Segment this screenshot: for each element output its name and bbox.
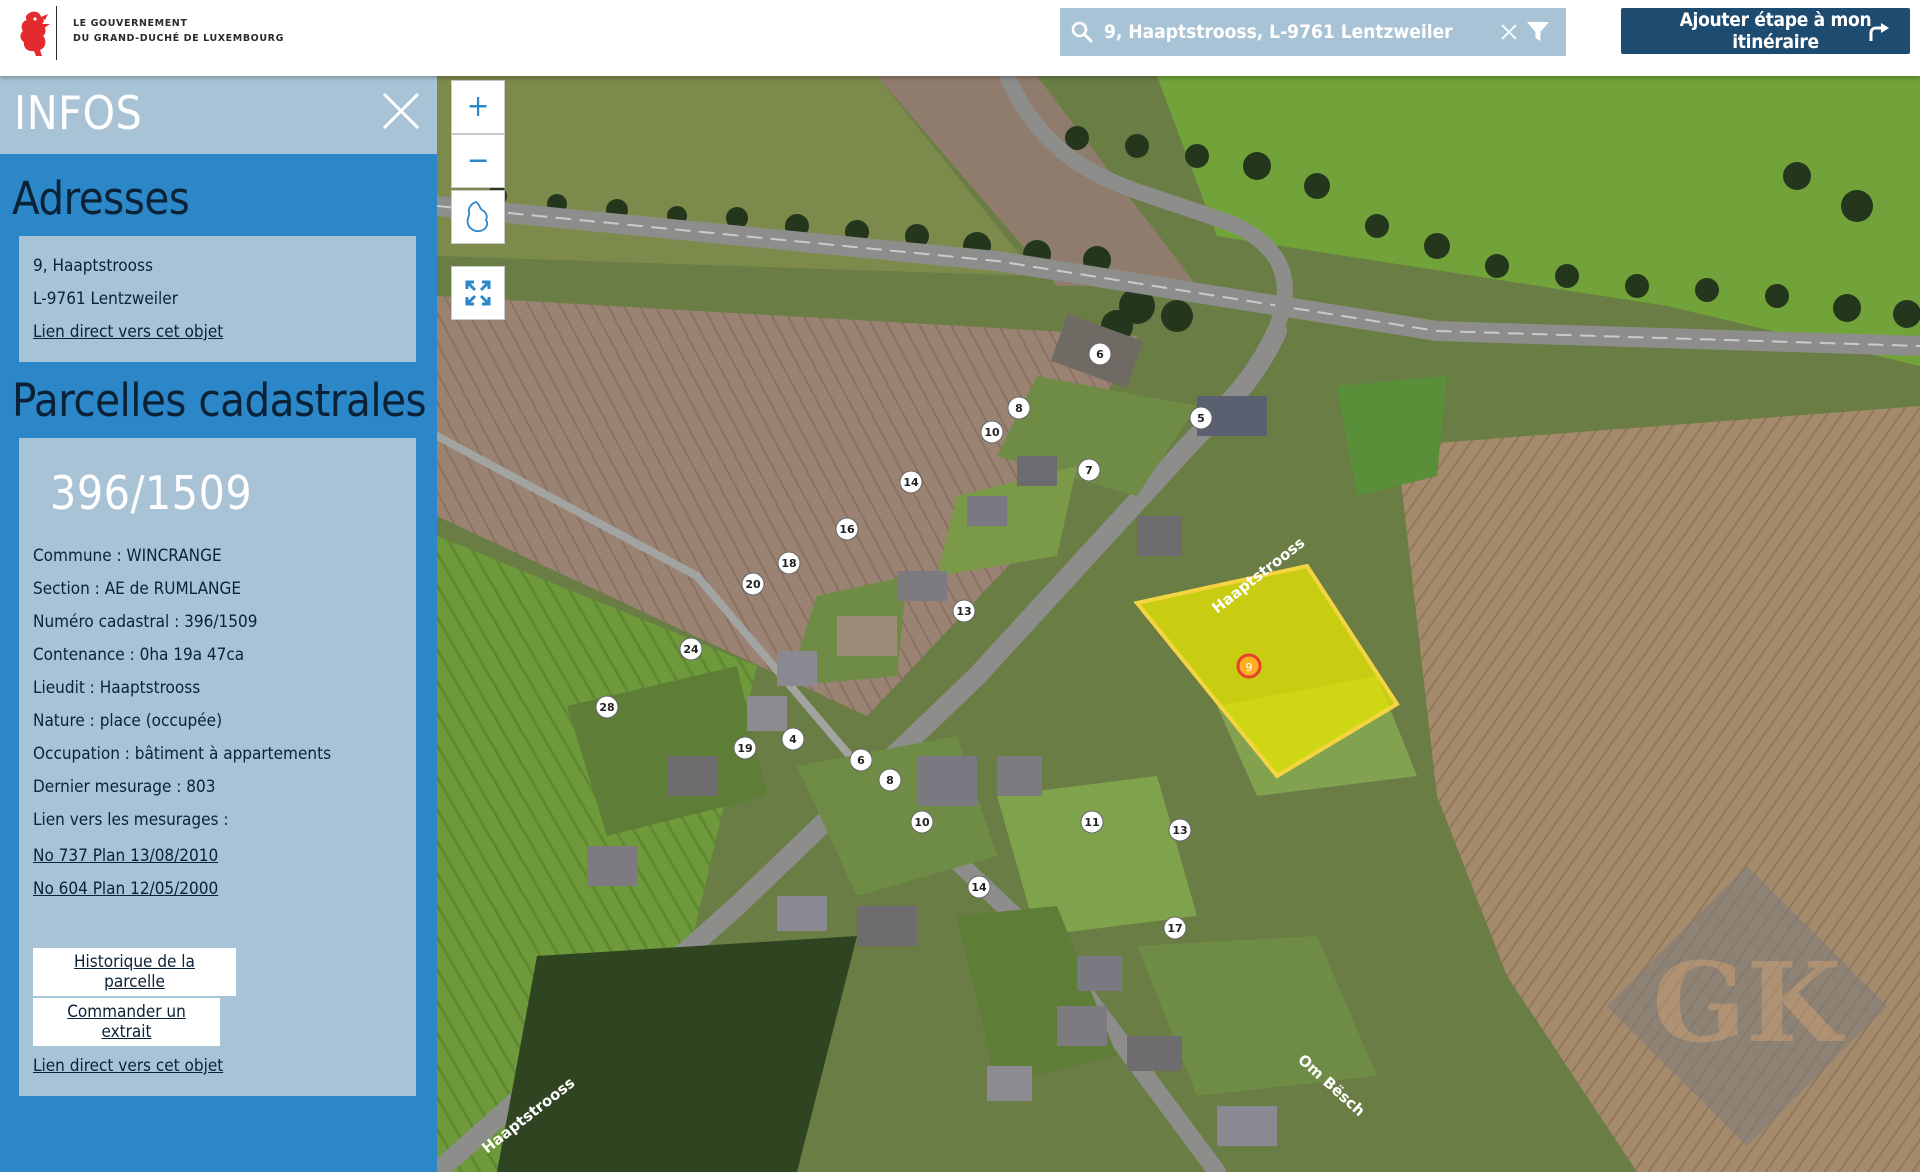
- house-number-badge: 6: [849, 748, 873, 772]
- infos-header-bar: INFOS: [0, 76, 437, 154]
- parcel-lieudit: Lieudit : Haaptstrooss: [33, 678, 201, 698]
- turn-right-arrow-icon: [1869, 23, 1889, 41]
- parcel-section: Section : AE de RUMLANGE: [33, 579, 241, 599]
- house-number-badge-label: 10: [984, 426, 1000, 439]
- watermark-text: GK: [1652, 938, 1845, 1067]
- house-number-badge-label: 13: [1172, 824, 1187, 837]
- house-number-badge-label: 24: [683, 643, 699, 656]
- house-number-badge-label: 28: [599, 701, 614, 714]
- parcel-card: 396/1509 Commune : WINCRANGE Section : A…: [19, 438, 416, 1096]
- house-number-badge: 6: [1088, 342, 1112, 366]
- search-input[interactable]: [1104, 8, 1484, 56]
- house-number-badge: 4: [781, 727, 805, 751]
- fullscreen-button[interactable]: [451, 266, 505, 320]
- top-header: LE GOUVERNEMENT DU GRAND-DUCHÉ DE LUXEMB…: [0, 0, 1920, 76]
- mesurage-link-604[interactable]: No 604 Plan 12/05/2000: [33, 873, 218, 906]
- aerial-map[interactable]: 9 Haaptstrooss Haaptstrooss Om Bësch 681…: [437, 76, 1920, 1172]
- zoom-to-country-button[interactable]: [451, 190, 505, 244]
- parcel-direct-link[interactable]: Lien direct vers cet objet: [33, 1050, 223, 1083]
- house-number-badge-label: 4: [789, 733, 797, 746]
- house-number-badge-label: 8: [1015, 402, 1023, 415]
- parcel-history-button[interactable]: Historique de la parcelle: [33, 948, 236, 996]
- house-number-badge-label: 10: [914, 816, 930, 829]
- parcelles-heading: Parcelles cadastrales: [12, 374, 427, 427]
- address-direct-link[interactable]: Lien direct vers cet objet: [33, 316, 402, 349]
- house-number-badge-label: 14: [903, 476, 919, 489]
- zoom-out-button[interactable]: −: [451, 134, 505, 188]
- house-number-badge-label: 20: [745, 578, 761, 591]
- zoom-in-label: +: [466, 89, 490, 124]
- house-number-badge-label: 6: [1096, 348, 1104, 361]
- address-street: 9, Haaptstrooss: [33, 256, 153, 276]
- house-number-badge-label: 13: [956, 605, 971, 618]
- mesurage-link-737[interactable]: No 737 Plan 13/08/2010: [33, 840, 218, 873]
- search-box: [1060, 8, 1566, 56]
- government-title[interactable]: LE GOUVERNEMENT DU GRAND-DUCHÉ DE LUXEMB…: [73, 16, 284, 46]
- house-number-badge: 14: [967, 875, 991, 899]
- house-number-badge: 17: [1163, 916, 1187, 940]
- house-number-badge: 20: [741, 572, 765, 596]
- close-icon[interactable]: [380, 90, 422, 132]
- parcel-contenance: Contenance : 0ha 19a 47ca: [33, 645, 245, 665]
- house-number-badge-label: 11: [1084, 816, 1099, 829]
- parcel-details: Commune : WINCRANGE Section : AE de RUML…: [33, 540, 331, 837]
- house-number-badge: 10: [910, 810, 934, 834]
- order-extract-button[interactable]: Commander un extrait: [33, 998, 220, 1046]
- aerial-map-canvas[interactable]: 9 Haaptstrooss Haaptstrooss Om Bësch 681…: [437, 76, 1920, 1172]
- house-number-badge-label: 8: [886, 774, 894, 787]
- address-card: 9, Haaptstrooss L-9761 Lentzweiler Lien …: [19, 236, 416, 362]
- selected-parcel-marker-label: 9: [1246, 661, 1253, 674]
- house-number-badge: 24: [679, 637, 703, 661]
- house-number-badge-label: 6: [857, 754, 865, 767]
- adresses-heading: Adresses: [12, 172, 190, 225]
- parcel-number: 396/1509: [50, 466, 253, 520]
- filter-icon[interactable]: [1526, 21, 1550, 43]
- house-number-badge-label: 19: [737, 742, 752, 755]
- address-locality: L-9761 Lentzweiler: [33, 289, 178, 309]
- house-number-badge-label: 16: [839, 523, 855, 536]
- house-number-badge-label: 18: [781, 557, 796, 570]
- government-title-line2: DU GRAND-DUCHÉ DE LUXEMBOURG: [73, 33, 284, 44]
- parcel-numero: Numéro cadastral : 396/1509: [33, 612, 258, 632]
- info-sidebar: INFOS Adresses 9, Haaptstrooss L-9761 Le…: [0, 76, 437, 1172]
- zoom-in-button[interactable]: +: [451, 80, 505, 134]
- search-icon[interactable]: [1070, 20, 1094, 44]
- house-number-badge-label: 14: [971, 881, 987, 894]
- mesurage-links: No 737 Plan 13/08/2010 No 604 Plan 12/05…: [33, 840, 218, 906]
- house-number-badge: 10: [980, 420, 1004, 444]
- parcel-mesurages-label: Lien vers les mesurages :: [33, 810, 229, 830]
- house-number-badge: 28: [595, 695, 619, 719]
- house-number-badge: 7: [1077, 458, 1101, 482]
- house-number-badge: 5: [1189, 406, 1213, 430]
- house-number-badge: 8: [878, 768, 902, 792]
- add-itinerary-step-button[interactable]: Ajouter étape à mon itinéraire: [1621, 8, 1910, 54]
- house-number-badge: 13: [952, 599, 976, 623]
- house-number-badge: 8: [1007, 396, 1031, 420]
- parcel-dernier-mesurage: Dernier mesurage : 803: [33, 777, 216, 797]
- parcel-occupation: Occupation : bâtiment à appartements: [33, 744, 332, 764]
- house-number-badge-label: 17: [1167, 922, 1182, 935]
- house-number-badge: 18: [777, 551, 801, 575]
- house-number-badge: 16: [835, 517, 859, 541]
- parcel-nature: Nature : place (occupée): [33, 711, 223, 731]
- luxembourg-outline-icon: [466, 201, 489, 233]
- infos-title: INFOS: [14, 86, 143, 140]
- house-number-badge: 11: [1080, 810, 1104, 834]
- house-number-badge: 19: [733, 736, 757, 760]
- fullscreen-icon: [465, 280, 491, 306]
- luxembourg-lion-logo-icon[interactable]: [14, 8, 54, 60]
- logo-divider: [56, 6, 57, 60]
- house-number-badge-label: 7: [1085, 464, 1093, 477]
- house-number-badge-label: 5: [1197, 412, 1205, 425]
- house-number-badge: 13: [1168, 818, 1192, 842]
- clear-search-icon[interactable]: [1500, 23, 1518, 41]
- zoom-out-label: −: [466, 143, 490, 178]
- house-number-badge: 14: [899, 470, 923, 494]
- parcel-commune: Commune : WINCRANGE: [33, 546, 222, 566]
- government-title-line1: LE GOUVERNEMENT: [73, 18, 188, 29]
